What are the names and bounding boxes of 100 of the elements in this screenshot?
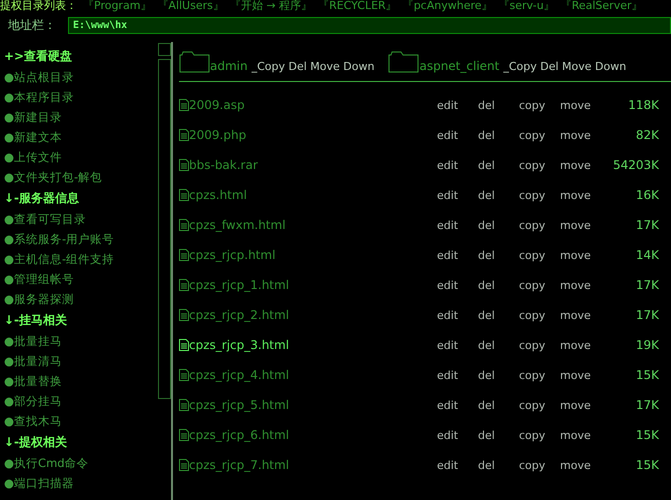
file-action-link[interactable]: edit xyxy=(437,398,478,412)
directory-link[interactable]: 『RealServer』 xyxy=(560,0,643,12)
file-action-link[interactable]: del xyxy=(478,188,519,202)
frame-button[interactable] xyxy=(158,43,171,56)
file-link[interactable]: cpzs_rjcp_7.html xyxy=(179,458,437,472)
sidebar-item[interactable]: ●新建文本 xyxy=(4,127,158,147)
directory-link[interactable]: 『RECYCLER』 xyxy=(318,0,397,12)
file-action-link[interactable]: move xyxy=(560,368,601,382)
file-action-link[interactable]: copy xyxy=(519,428,560,442)
file-action-link[interactable]: move xyxy=(560,158,601,172)
file-action-link[interactable]: del xyxy=(478,398,519,412)
file-action-link[interactable]: move xyxy=(560,218,601,232)
file-link[interactable]: cpzs_rjcp_4.html xyxy=(179,368,437,382)
file-action-link[interactable]: move xyxy=(560,398,601,412)
file-action-link[interactable]: copy xyxy=(519,308,560,322)
file-action-link[interactable]: copy xyxy=(519,248,560,262)
file-action-link[interactable]: edit xyxy=(437,368,478,382)
directory-link[interactable]: 『开始 → 程序』 xyxy=(230,0,312,12)
file-action-link[interactable]: del xyxy=(478,428,519,442)
file-action-link[interactable]: edit xyxy=(437,458,478,472)
file-action-link[interactable]: move xyxy=(560,128,601,142)
file-link[interactable]: cpzs_rjcp_5.html xyxy=(179,398,437,412)
file-action-link[interactable]: copy xyxy=(519,98,560,112)
sidebar-group-title[interactable]: +>查看硬盘 xyxy=(4,45,158,67)
file-action-link[interactable]: edit xyxy=(437,248,478,262)
file-link[interactable]: cpzs_rjcp_1.html xyxy=(179,278,437,292)
sidebar-group-title[interactable]: ↓-服务器信息 xyxy=(4,187,158,209)
sidebar-item[interactable]: ●批量清马 xyxy=(4,351,158,371)
file-action-link[interactable]: copy xyxy=(519,338,560,352)
file-link[interactable]: cpzs_rjcp.html xyxy=(179,248,437,262)
file-action-link[interactable]: del xyxy=(478,248,519,262)
sidebar-item[interactable]: ●部分挂马 xyxy=(4,391,158,411)
file-action-link[interactable]: edit xyxy=(437,188,478,202)
file-action-link[interactable]: del xyxy=(478,368,519,382)
directory-link[interactable]: 『Program』 xyxy=(83,0,152,12)
file-action-link[interactable]: move xyxy=(560,248,601,262)
directory-link[interactable]: 『pcAnywhere』 xyxy=(402,0,493,12)
file-action-link[interactable]: copy xyxy=(519,158,560,172)
sidebar-group-title[interactable]: ↓-挂马相关 xyxy=(4,309,158,331)
file-link[interactable]: cpzs_fwxm.html xyxy=(179,218,437,232)
file-action-link[interactable]: edit xyxy=(437,218,478,232)
directory-link[interactable]: 『serv-u』 xyxy=(498,0,555,12)
sidebar-item[interactable]: ●系统服务-用户账号 xyxy=(4,229,158,249)
file-link[interactable]: cpzs_rjcp_6.html xyxy=(179,428,437,442)
file-action-link[interactable]: edit xyxy=(437,98,478,112)
file-action-link[interactable]: move xyxy=(560,338,601,352)
file-action-link[interactable]: del xyxy=(478,338,519,352)
file-action-link[interactable]: move xyxy=(560,188,601,202)
file-action-link[interactable]: copy xyxy=(519,458,560,472)
file-link[interactable]: cpzs_rjcp_2.html xyxy=(179,308,437,322)
sidebar-item[interactable]: ●本程序目录 xyxy=(4,87,158,107)
folder-link[interactable]: admin xyxy=(210,58,248,72)
sidebar-item[interactable]: ●文件夹打包-解包 xyxy=(4,167,158,187)
file-action-link[interactable]: edit xyxy=(437,128,478,142)
file-link[interactable]: 2009.asp xyxy=(179,98,437,112)
file-action-link[interactable]: del xyxy=(478,158,519,172)
file-link[interactable]: cpzs.html xyxy=(179,188,437,202)
file-action-link[interactable]: edit xyxy=(437,308,478,322)
file-action-link[interactable]: copy xyxy=(519,188,560,202)
file-action-link[interactable]: copy xyxy=(519,398,560,412)
file-action-link[interactable]: edit xyxy=(437,158,478,172)
sidebar-item[interactable]: ●站点根目录 xyxy=(4,67,158,87)
file-action-link[interactable]: del xyxy=(478,458,519,472)
file-action-link[interactable]: edit xyxy=(437,428,478,442)
folder-actions[interactable]: _Copy Del Move Down xyxy=(503,60,626,72)
sidebar-group-title[interactable]: ↓-提权相关 xyxy=(4,431,158,453)
sidebar-item[interactable]: ●服务器探测 xyxy=(4,289,158,309)
sidebar-item[interactable]: ●上传文件 xyxy=(4,147,158,167)
file-action-link[interactable]: edit xyxy=(437,338,478,352)
directory-link[interactable]: 『AllUsers』 xyxy=(157,0,224,12)
folder-link[interactable]: aspnet_client xyxy=(419,58,500,72)
file-link[interactable]: 2009.php xyxy=(179,128,437,142)
file-action-link[interactable]: copy xyxy=(519,278,560,292)
sidebar-item[interactable]: ●查看可写目录 xyxy=(4,209,158,229)
file-action-link[interactable]: del xyxy=(478,218,519,232)
sidebar-item[interactable]: ●管理组帐号 xyxy=(4,269,158,289)
file-action-link[interactable]: copy xyxy=(519,218,560,232)
sidebar-item[interactable]: ●主机信息-组件支持 xyxy=(4,249,158,269)
file-action-link[interactable]: edit xyxy=(437,278,478,292)
file-action-link[interactable]: copy xyxy=(519,128,560,142)
file-action-link[interactable]: del xyxy=(478,98,519,112)
file-action-link[interactable]: move xyxy=(560,458,601,472)
file-link[interactable]: bbs-bak.rar xyxy=(179,158,437,172)
file-action-link[interactable]: move xyxy=(560,308,601,322)
sidebar-item[interactable]: ●查找木马 xyxy=(4,411,158,431)
file-action-link[interactable]: move xyxy=(560,98,601,112)
sidebar-item[interactable]: ●端口扫描器 xyxy=(4,473,158,493)
file-action-link[interactable]: move xyxy=(560,278,601,292)
sidebar-item[interactable]: ●批量替换 xyxy=(4,371,158,391)
folder-actions[interactable]: _Copy Del Move Down xyxy=(252,60,374,72)
sidebar-item[interactable]: ●批量挂马 xyxy=(4,331,158,351)
file-action-link[interactable]: del xyxy=(478,308,519,322)
file-action-link[interactable]: del xyxy=(478,278,519,292)
address-field[interactable]: E:\www\hx xyxy=(68,16,671,34)
sidebar-item[interactable]: ●执行Cmd命令 xyxy=(4,453,158,473)
file-link[interactable]: cpzs_rjcp_3.html xyxy=(179,338,437,352)
file-action-link[interactable]: move xyxy=(560,428,601,442)
file-action-link[interactable]: del xyxy=(478,128,519,142)
file-action-link[interactable]: copy xyxy=(519,368,560,382)
sidebar-item[interactable]: ●新建目录 xyxy=(4,107,158,127)
